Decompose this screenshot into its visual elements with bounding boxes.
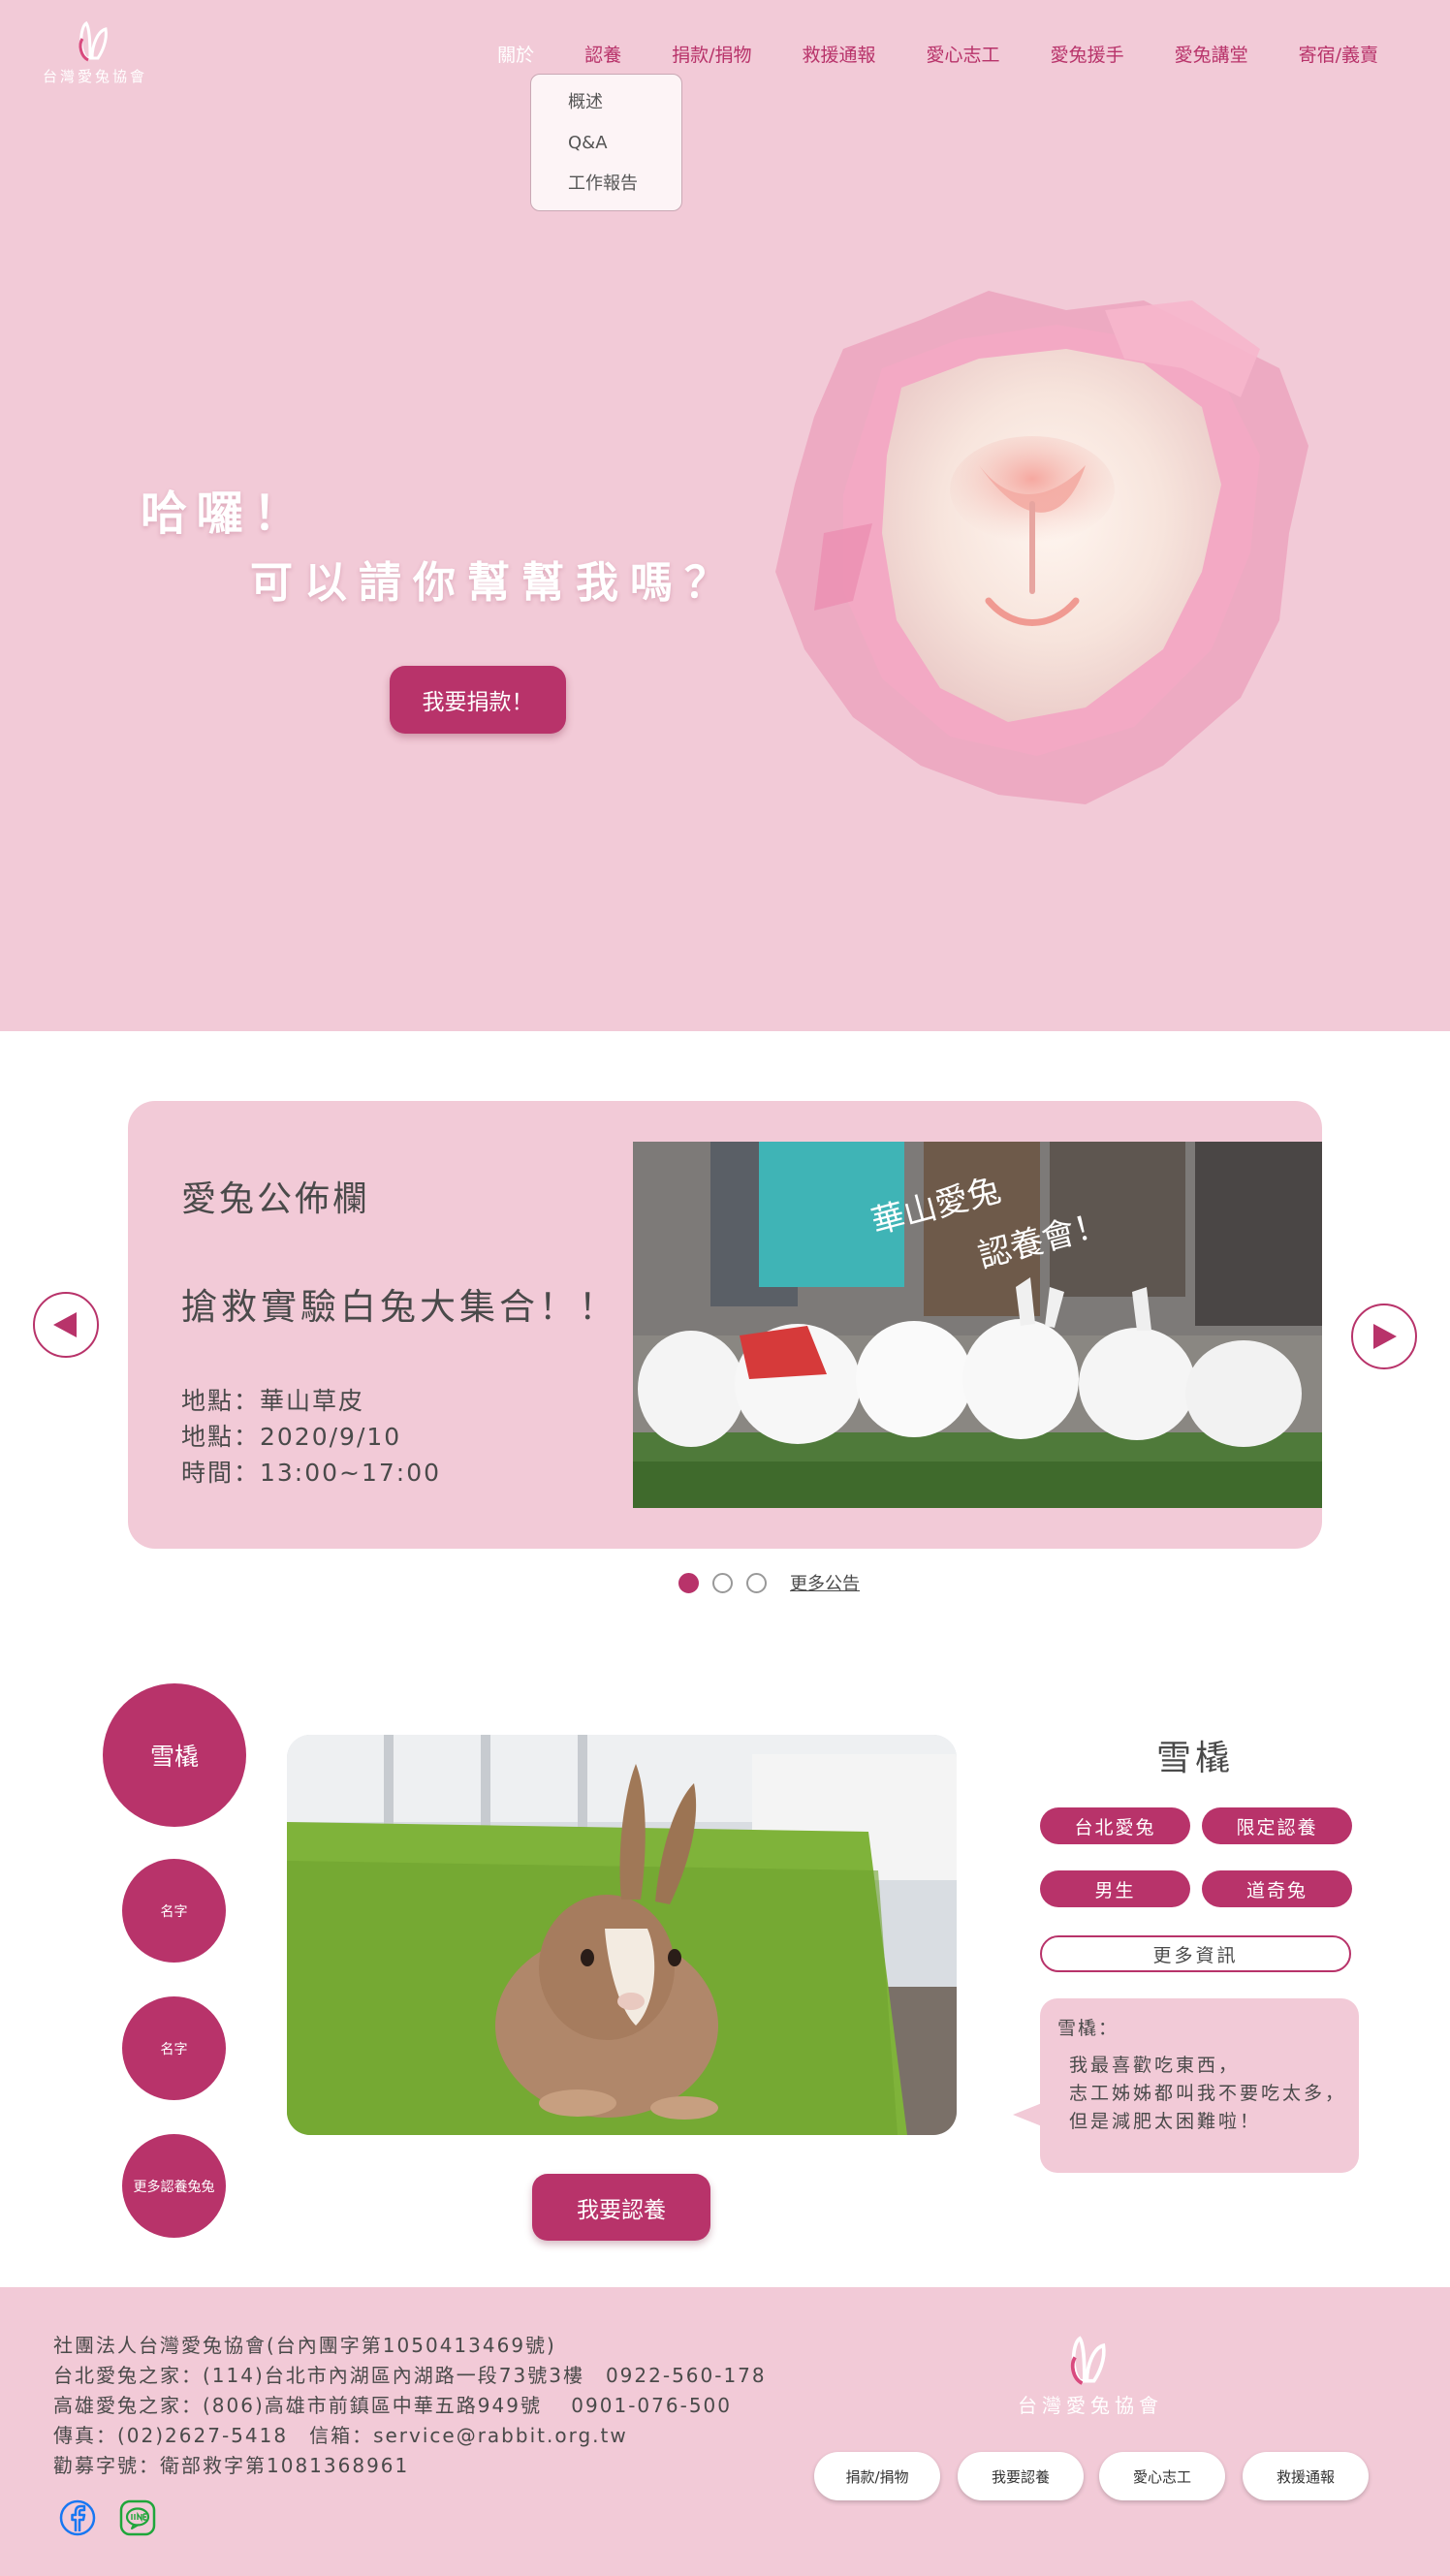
tag-breed: 道奇兔 [1202, 1870, 1352, 1907]
pet-photo [287, 1735, 957, 2135]
bubble-speaker: 雪橇： [1057, 2018, 1119, 2039]
bubble-line-3: 但是減肥太困難啦！ [1069, 2111, 1262, 2132]
news-title: 搶救實驗白兔大集合！！ [181, 1286, 618, 1328]
rabbit-logo-icon [1070, 2336, 1106, 2385]
carousel-dot-2[interactable] [712, 1572, 733, 1593]
dropdown-item-work-report[interactable]: 工作報告 [568, 172, 681, 212]
adoption-event-photo: 華山愛兔 認養會！ [633, 1142, 1322, 1508]
footer-donate-button[interactable]: 捐款/捐物 [814, 2452, 940, 2500]
nav-item-classroom[interactable]: 愛兔講堂 [1150, 37, 1274, 71]
prev-slide-button[interactable] [33, 1292, 99, 1358]
footer-org-line: 社團法人台灣愛兔協會(台內團字第1050413469號) [53, 2334, 556, 2357]
site-footer: 社團法人台灣愛兔協會(台內團字第1050413469號) 台北愛兔之家：(114… [0, 2287, 1450, 2576]
main-nav: 關於 認養 捐款/捐物 救援通報 愛心志工 愛兔援手 愛兔講堂 寄宿/義賣 [472, 37, 1403, 71]
news-board-heading: 愛兔公佈欄 [181, 1179, 371, 1219]
logo-text: 台灣愛兔協會 [42, 68, 147, 85]
rabbit-nose-torn-paper-image [775, 291, 1308, 804]
footer-logo[interactable]: 台灣愛兔協會 [1013, 2334, 1168, 2418]
hero-title-line1: 哈囉！ [141, 487, 310, 541]
news-detail-location: 地點：華山草皮 [181, 1387, 365, 1415]
pet-selector-2[interactable]: 名字 [122, 1859, 226, 1963]
pet-name-heading: 雪橇 [1155, 1739, 1234, 1778]
next-slide-button[interactable] [1351, 1304, 1417, 1369]
hero-section: 台灣愛兔協會 關於 認養 捐款/捐物 救援通報 愛心志工 愛兔援手 愛兔講堂 寄… [0, 0, 1450, 1031]
facebook-icon[interactable] [58, 2498, 97, 2537]
arrow-right-icon [1373, 1324, 1397, 1349]
tag-limited-adoption: 限定認養 [1202, 1807, 1352, 1844]
tag-gender: 男生 [1040, 1870, 1190, 1907]
donate-button[interactable]: 我要捐款！ [390, 666, 566, 734]
news-detail-time: 時間：13:00~17:00 [181, 1459, 442, 1487]
nav-item-helping-hand[interactable]: 愛兔援手 [1025, 37, 1150, 71]
more-news-link[interactable]: 更多公告 [790, 1570, 860, 1595]
site-logo[interactable]: 台灣愛兔協會 [37, 19, 153, 86]
tag-taipei: 台北愛兔 [1040, 1807, 1190, 1844]
footer-volunteer-button[interactable]: 愛心志工 [1099, 2452, 1225, 2500]
nav-item-volunteer[interactable]: 愛心志工 [901, 37, 1025, 71]
dropdown-item-overview[interactable]: 概述 [568, 90, 681, 131]
dropdown-item-qa[interactable]: Q&A [568, 131, 681, 172]
rabbit-on-green-rug-image [287, 1735, 957, 2135]
footer-fundraising-number: 勸募字號：衛部救字第1081368961 [53, 2454, 410, 2477]
rabbit-logo-icon [79, 20, 108, 62]
nav-item-rescue-report[interactable]: 救援通報 [777, 37, 901, 71]
speech-bubble-tail [1013, 2103, 1042, 2126]
news-detail-date: 地點：2020/9/10 [181, 1423, 402, 1451]
nav-item-boarding-sale[interactable]: 寄宿/義賣 [1274, 37, 1403, 71]
nav-item-adopt[interactable]: 認養 [559, 37, 646, 71]
footer-adopt-button[interactable]: 我要認養 [958, 2452, 1084, 2500]
bubble-line-1: 我最喜歡吃東西， [1069, 2055, 1241, 2076]
footer-rescue-button[interactable]: 救援通報 [1243, 2452, 1369, 2500]
bubble-line-2: 志工姊姊都叫我不要吃太多， [1069, 2083, 1347, 2104]
nav-item-donate[interactable]: 捐款/捐物 [646, 37, 776, 71]
more-adoptable-rabbits-button[interactable]: 更多認養兔兔 [122, 2134, 226, 2238]
hero-title-line2: 可以請你幫幫我嗎？ [250, 558, 739, 608]
pet-selector-3[interactable]: 名字 [122, 1996, 226, 2100]
carousel-dot-3[interactable] [746, 1572, 767, 1593]
arrow-left-icon [53, 1312, 77, 1337]
footer-kaohsiung-address: 高雄愛兔之家：(806)高雄市前鎮區中華五路949號 0901-076-500 [53, 2394, 732, 2417]
footer-fax-email: 傳真：(02)2627-5418 信箱：service@rabbit.org.t… [53, 2424, 628, 2447]
about-dropdown-menu: 概述 Q&A 工作報告 [530, 74, 682, 211]
footer-taipei-address: 台北愛兔之家：(114)台北市內湖區內湖路一段73號3樓 0922-560-17… [53, 2364, 767, 2387]
carousel-dot-1[interactable] [678, 1572, 699, 1593]
line-icon[interactable] [118, 2498, 157, 2537]
carousel-pagination: 更多公告 [678, 1570, 860, 1595]
nav-item-about[interactable]: 關於 [472, 37, 559, 71]
adopt-button[interactable]: 我要認養 [532, 2174, 710, 2241]
pet-selector-selected[interactable]: 雪橇 [103, 1683, 246, 1827]
news-board-card: 愛兔公佈欄 搶救實驗白兔大集合！！ 地點：華山草皮 地點：2020/9/10 時… [128, 1101, 1322, 1549]
footer-logo-text: 台灣愛兔協會 [1018, 2394, 1163, 2417]
pet-speech-bubble: 雪橇： 我最喜歡吃東西， 志工姊姊都叫我不要吃太多， 但是減肥太困難啦！ [1013, 1998, 1359, 2173]
more-info-button[interactable]: 更多資訊 [1040, 1935, 1351, 1972]
